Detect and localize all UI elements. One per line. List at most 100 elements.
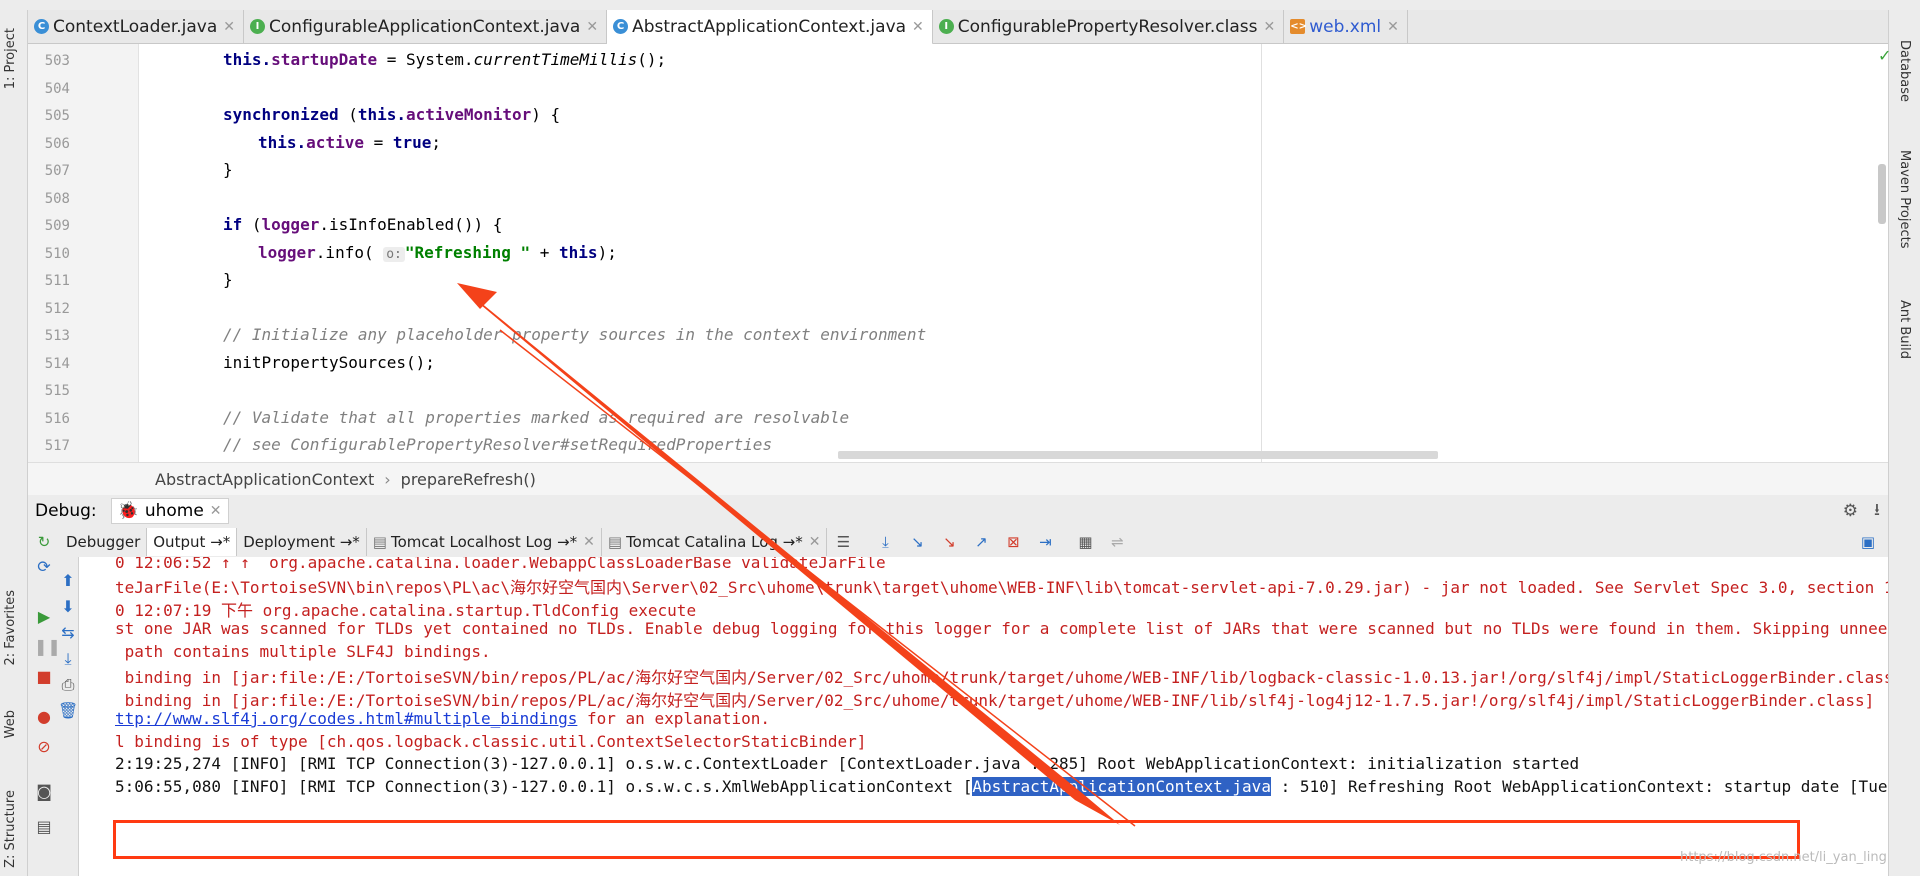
- left-tool-strip: 1: Project 2: Favorites Web Z: Structure: [0, 10, 28, 876]
- tab-label: Debugger: [66, 533, 141, 551]
- code-token: ();: [637, 50, 667, 69]
- print-icon[interactable]: ⎙: [58, 675, 78, 695]
- tab-label: ConfigurableApplicationContext.java: [269, 16, 581, 37]
- tab-tomcat-localhost-log[interactable]: ▤ Tomcat Localhost Log →* ✕: [367, 528, 602, 556]
- mute-breakpoints-icon[interactable]: ⊘: [34, 737, 54, 757]
- class-file-icon: C: [34, 19, 49, 34]
- camera-icon[interactable]: ◙: [34, 782, 54, 802]
- step-into-icon[interactable]: ↘: [907, 532, 927, 552]
- evaluate-expression-icon[interactable]: ▦: [1075, 532, 1095, 552]
- structure-tool-button[interactable]: Z: Structure: [3, 790, 18, 868]
- tab-contextloader[interactable]: C ContextLoader.java ✕: [28, 10, 245, 43]
- code-token: .isInfoEnabled()) {: [319, 215, 503, 234]
- close-icon[interactable]: ✕: [1387, 19, 1399, 35]
- scroll-down-icon[interactable]: ⬇: [58, 597, 78, 617]
- code-token: true: [392, 133, 432, 152]
- code-token: activeMonitor: [406, 105, 532, 124]
- tab-configurablepropertyresolver[interactable]: I ConfigurablePropertyResolver.class ✕: [933, 10, 1285, 43]
- xml-file-icon: <>: [1290, 19, 1307, 34]
- view-breakpoints-icon[interactable]: ●: [34, 707, 54, 727]
- maven-tool-button[interactable]: Maven Projects: [1897, 150, 1912, 249]
- code-line-513: // Initialize any placeholder property s…: [223, 325, 927, 344]
- pause-icon[interactable]: ❚❚: [34, 637, 61, 657]
- code-token: .info(: [315, 243, 384, 262]
- list-icon[interactable]: ☰: [833, 532, 853, 552]
- debug-side-toolbar: ⟳ ▶ ❚❚ ■ ● ⊘ ◙ ▤ ⬆ ⬇ ⇆ ⤓ ⎙ 🗑: [28, 557, 79, 876]
- tab-web-xml[interactable]: <> web.xml ✕: [1284, 10, 1408, 43]
- class-file-icon: C: [613, 19, 629, 34]
- run-to-cursor-icon[interactable]: ⇥: [1035, 532, 1055, 552]
- tab-configurableapplicationcontext[interactable]: I ConfigurableApplicationContext.java ✕: [244, 10, 608, 43]
- scroll-to-end-icon[interactable]: ⤓: [58, 649, 78, 669]
- breadcrumb-class[interactable]: AbstractApplicationContext: [155, 470, 374, 489]
- force-step-into-icon[interactable]: ↘: [939, 532, 959, 552]
- web-tool-button[interactable]: Web: [3, 710, 18, 738]
- code-token: currentTimeMillis: [473, 50, 638, 69]
- console-text: : 510] Refreshing Root WebApplicationCon…: [1280, 777, 1888, 796]
- trace-icon[interactable]: ⇌: [1107, 532, 1127, 552]
- close-icon[interactable]: ✕: [1263, 19, 1275, 35]
- code-token: ;: [431, 133, 442, 152]
- tab-label: Tomcat Catalina Log →*: [626, 533, 803, 551]
- stop-icon[interactable]: ■: [34, 667, 54, 687]
- breadcrumb-method[interactable]: prepareRefresh(): [401, 470, 536, 489]
- close-icon[interactable]: ✕: [583, 534, 595, 550]
- tab-label: Tomcat Localhost Log →*: [390, 533, 578, 551]
- line-number: 507: [44, 163, 70, 179]
- parameter-hint: o:: [383, 247, 405, 262]
- layout-icon[interactable]: ▣: [1858, 532, 1878, 552]
- close-icon[interactable]: ✕: [586, 19, 598, 35]
- tab-abstractapplicationcontext[interactable]: C AbstractApplicationContext.java ✕: [607, 10, 933, 45]
- drop-frame-icon[interactable]: ⊠: [1003, 532, 1023, 552]
- step-out-icon[interactable]: ↗: [971, 532, 991, 552]
- tab-deployment[interactable]: Deployment →*: [237, 528, 367, 556]
- tab-output[interactable]: Output →*: [147, 528, 238, 556]
- tab-debugger[interactable]: Debugger: [60, 528, 148, 556]
- console-line: 0 12:07:19 下午 org.apache.catalina.startu…: [115, 601, 697, 620]
- tab-label: Deployment →*: [243, 533, 360, 551]
- line-number: 513: [44, 328, 70, 344]
- interface-file-icon: I: [250, 19, 266, 34]
- tab-label: ContextLoader.java: [53, 16, 218, 37]
- code-token: logger: [258, 243, 316, 262]
- line-number-gutter: 503 504 505 506 507 508 509 510 511 512 …: [28, 44, 139, 462]
- favorites-tool-button[interactable]: 2: Favorites: [3, 590, 18, 666]
- debug-label: Debug:: [35, 501, 97, 521]
- code-line-503: this.startupDate = System.currentTimeMil…: [223, 50, 666, 69]
- scroll-up-icon[interactable]: ⬆: [58, 571, 78, 591]
- code-line-514: initPropertySources();: [223, 353, 435, 372]
- close-icon[interactable]: ✕: [912, 19, 924, 35]
- slf4j-link[interactable]: ttp://www.slf4j.org/codes.html#multiple_…: [115, 709, 577, 728]
- clear-all-icon[interactable]: 🗑: [58, 701, 78, 721]
- tab-tomcat-catalina-log[interactable]: ▤ Tomcat Catalina Log →* ✕: [602, 528, 828, 556]
- database-tool-button[interactable]: Database: [1897, 40, 1912, 102]
- close-icon[interactable]: ✕: [223, 19, 235, 35]
- gear-icon[interactable]: ⚙: [1843, 501, 1858, 521]
- hide-panel-icon[interactable]: ⭳: [1874, 497, 1880, 526]
- selected-source-link[interactable]: AbstractApplicationContext.java: [972, 777, 1271, 796]
- close-icon[interactable]: ✕: [210, 503, 222, 519]
- code-editor[interactable]: 503 504 505 506 507 508 509 510 511 512 …: [28, 44, 1891, 462]
- close-icon[interactable]: ✕: [809, 534, 821, 550]
- debug-session-tab[interactable]: 🐞 uhome ✕: [110, 498, 229, 524]
- code-token: this: [559, 243, 598, 262]
- tab-label: AbstractApplicationContext.java: [632, 16, 907, 37]
- tab-label: ConfigurablePropertyResolver.class: [957, 16, 1258, 37]
- bug-icon: 🐞: [117, 501, 139, 521]
- breadcrumb-separator: ›: [384, 469, 391, 489]
- horizontal-scrollbar[interactable]: [838, 451, 1438, 459]
- resume-icon[interactable]: ▶: [34, 607, 54, 627]
- console-line: 0 12:06:52 ↑ ↑ org.apache.catalina.loade…: [115, 557, 886, 572]
- project-tool-button[interactable]: 1: Project: [3, 28, 18, 89]
- soft-wrap-icon[interactable]: ⇆: [58, 623, 78, 643]
- ant-build-tool-button[interactable]: Ant Build: [1897, 300, 1912, 359]
- code-token: if: [223, 215, 243, 234]
- step-over-icon[interactable]: ⤓: [875, 532, 895, 552]
- restart-icon[interactable]: ⟳: [34, 557, 54, 577]
- vertical-scrollbar[interactable]: [1878, 164, 1886, 224]
- console-line: l binding is of type [ch.qos.logback.cla…: [115, 732, 867, 751]
- rerun-icon[interactable]: ↻: [34, 532, 54, 552]
- settings-icon[interactable]: ▤: [34, 817, 54, 837]
- code-token: logger: [261, 215, 320, 234]
- code-token: = System.: [377, 50, 474, 69]
